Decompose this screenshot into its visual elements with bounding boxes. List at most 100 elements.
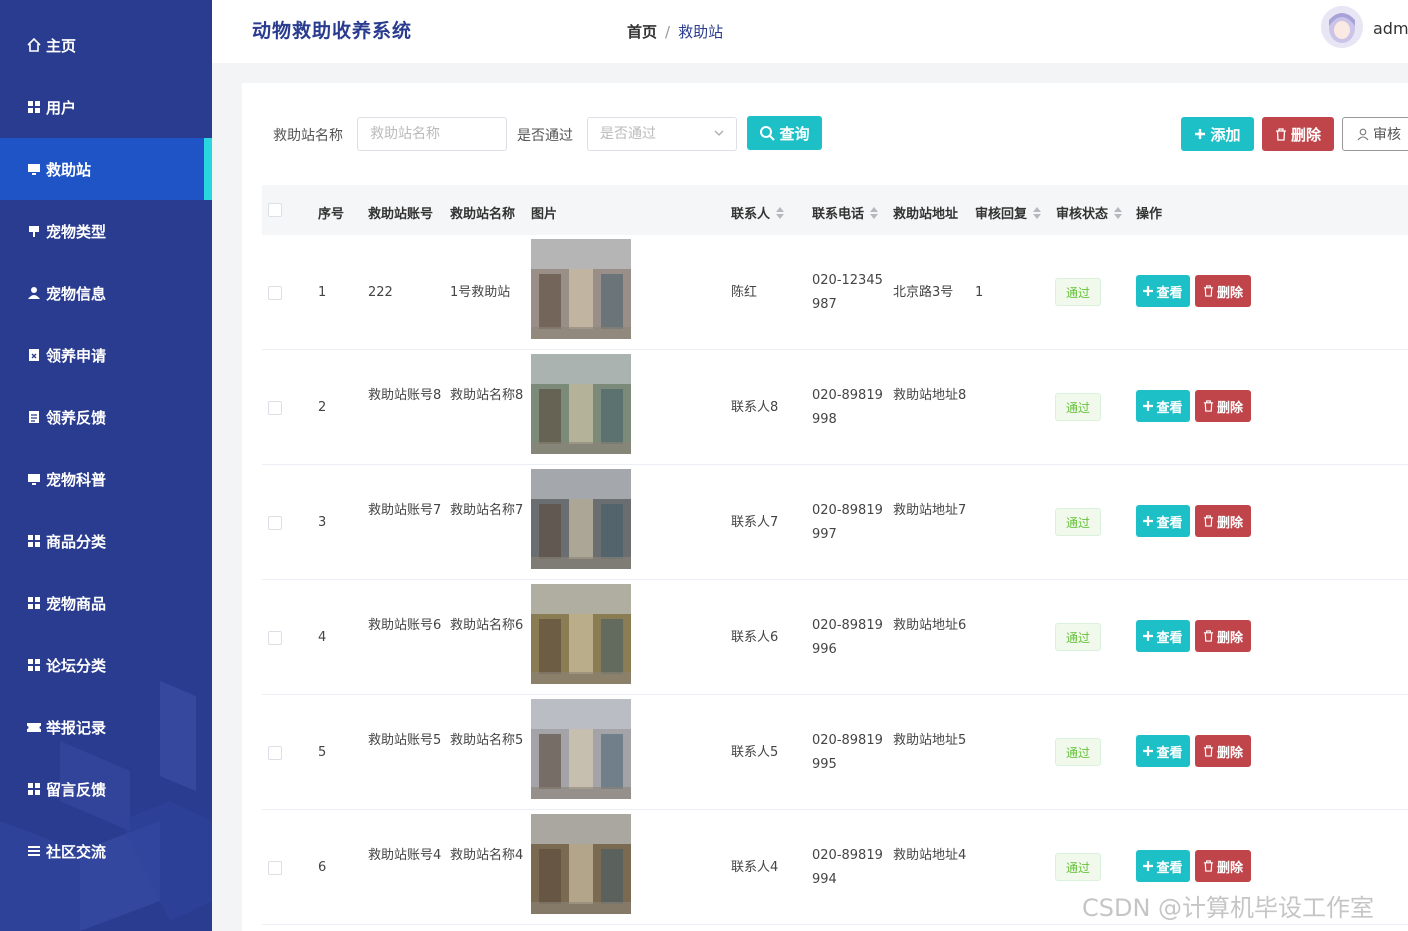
row-account: 救助站账号7: [368, 503, 442, 518]
row-address: 北京路3号: [893, 285, 954, 300]
sidebar: 主页用户救助站 宠物类型 宠物信息领养申请领养反馈宠物科普商品分类宠物商品 论坛分类举…: [0, 0, 212, 931]
sidebar-item-5[interactable]: 领养申请: [0, 324, 212, 386]
row-delete-button-label: 删除: [1216, 400, 1243, 416]
row-delete-button[interactable]: 删除: [1195, 275, 1251, 307]
sidebar-item-6[interactable]: 领养反馈: [0, 386, 212, 448]
col-account: 救助站账号: [368, 207, 434, 222]
row-reply: 1: [975, 285, 984, 300]
avatar-image-icon: [1321, 6, 1363, 48]
status-badge: 通过: [1055, 853, 1101, 881]
col-status[interactable]: 审核状态: [1056, 203, 1123, 222]
col-index: 序号: [318, 207, 345, 222]
col-contact[interactable]: 联系人: [731, 203, 785, 222]
breadcrumb-home[interactable]: 首页: [627, 23, 657, 41]
trash-icon: [1203, 285, 1214, 297]
sidebar-item-label: 领养申请: [46, 346, 107, 365]
monitor-icon: [26, 161, 42, 177]
sidebar-item-1[interactable]: 用户: [0, 76, 212, 138]
row-contact: 陈红: [731, 285, 758, 300]
row-delete-button-label: 删除: [1216, 860, 1243, 876]
col-reply[interactable]: 审核回复: [975, 203, 1042, 222]
sidebar-item-0[interactable]: 主页: [0, 14, 212, 76]
row-name: 救助站名称7: [450, 503, 524, 518]
col-phone[interactable]: 联系电话: [812, 203, 879, 222]
sidebar-item-label: 用户: [46, 98, 77, 117]
row-delete-button[interactable]: 删除: [1195, 505, 1251, 537]
row-checkbox[interactable]: [268, 746, 282, 760]
row-name: 救助站名称8: [450, 388, 524, 403]
breadcrumb-current: 救助站: [678, 23, 724, 41]
grid-icon: [26, 657, 42, 673]
row-address: 救助站地址5: [893, 733, 967, 748]
row-delete-button-label: 删除: [1216, 285, 1243, 301]
status-badge: 通过: [1055, 393, 1101, 421]
row-delete-button[interactable]: 删除: [1195, 620, 1251, 652]
view-button[interactable]: 查看: [1136, 850, 1190, 882]
row-contact: 联系人8: [731, 400, 779, 415]
row-checkbox[interactable]: [268, 286, 282, 300]
plus-icon: [1143, 286, 1154, 296]
row-index: 2: [318, 400, 327, 415]
sidebar-item-4[interactable]: 宠物信息: [0, 262, 212, 324]
row-checkbox[interactable]: [268, 631, 282, 645]
sidebar-item-10[interactable]: 论坛分类: [0, 634, 212, 696]
trash-icon: [1203, 400, 1214, 412]
row-checkbox[interactable]: [268, 861, 282, 875]
view-button[interactable]: 查看: [1136, 390, 1190, 422]
row-index: 1: [318, 285, 327, 300]
sort-icon: [1114, 206, 1123, 219]
sidebar-item-label: 宠物科普: [46, 470, 107, 489]
view-button[interactable]: 查看: [1136, 275, 1190, 307]
row-contact: 联系人6: [731, 630, 779, 645]
trash-icon: [1203, 860, 1214, 872]
sidebar-item-9[interactable]: 宠物商品: [0, 572, 212, 634]
row-account: 救助站账号8: [368, 388, 442, 403]
username[interactable]: adm: [1373, 19, 1408, 38]
row-delete-button-label: 删除: [1216, 515, 1243, 531]
grid-icon: [26, 595, 42, 611]
row-phone: 020-89819996: [812, 618, 883, 657]
sidebar-item-12[interactable]: 留言反馈: [0, 758, 212, 820]
row-checkbox[interactable]: [268, 401, 282, 415]
sidebar-item-3[interactable]: 宠物类型: [0, 200, 212, 262]
audit-button[interactable]: 审核: [1342, 117, 1408, 151]
table-row: 5 救助站账号5 救助站名称5 联系人5 020-89819995 救助站地址5 通过 查看 删…: [262, 695, 1408, 810]
row-phone: 020-89819994: [812, 848, 883, 887]
view-button[interactable]: 查看: [1136, 620, 1190, 652]
view-button[interactable]: 查看: [1136, 735, 1190, 767]
sidebar-item-8[interactable]: 商品分类: [0, 510, 212, 572]
row-image: [531, 699, 631, 799]
search-pass-select[interactable]: 是否通过: [587, 117, 737, 151]
view-button-label: 查看: [1156, 285, 1183, 301]
search-name-input[interactable]: 救助站名称: [357, 117, 507, 151]
add-button[interactable]: 添加: [1181, 117, 1254, 151]
query-button[interactable]: 查询: [747, 116, 822, 150]
table-row: 3 救助站账号7 救助站名称7 联系人7 020-89819997 救助站地址7 通过 查看 删…: [262, 465, 1408, 580]
sidebar-item-label: 举报记录: [46, 718, 107, 737]
row-name: 救助站名称6: [450, 618, 524, 633]
sidebar-item-13[interactable]: 社区交流: [0, 820, 212, 882]
avatar[interactable]: [1321, 6, 1363, 48]
row-image: [531, 814, 631, 914]
row-delete-button[interactable]: 删除: [1195, 850, 1251, 882]
list-icon: [26, 843, 42, 859]
row-account: 222: [368, 285, 393, 300]
batch-delete-button[interactable]: 删除: [1262, 117, 1334, 151]
select-all-checkbox[interactable]: [268, 203, 282, 217]
row-address: 救助站地址6: [893, 618, 967, 633]
view-button-label: 查看: [1156, 400, 1183, 416]
sidebar-item-2[interactable]: 救助站: [0, 138, 212, 200]
row-delete-button[interactable]: 删除: [1195, 735, 1251, 767]
row-checkbox[interactable]: [268, 516, 282, 530]
row-phone: 020-89819997: [812, 503, 883, 542]
sidebar-item-label: 商品分类: [46, 532, 107, 551]
row-contact: 联系人4: [731, 860, 779, 875]
row-delete-button[interactable]: 删除: [1195, 390, 1251, 422]
col-address: 救助站地址: [893, 207, 959, 222]
trash-icon: [1203, 515, 1214, 527]
sidebar-item-11[interactable]: 举报记录: [0, 696, 212, 758]
view-button[interactable]: 查看: [1136, 505, 1190, 537]
table-row: 1 222 1号救助站 陈红 020-12345987 北京路3号 1 通过 查看 删除: [262, 235, 1408, 350]
search-pass-placeholder: 是否通过: [600, 126, 656, 142]
sidebar-item-7[interactable]: 宠物科普: [0, 448, 212, 510]
